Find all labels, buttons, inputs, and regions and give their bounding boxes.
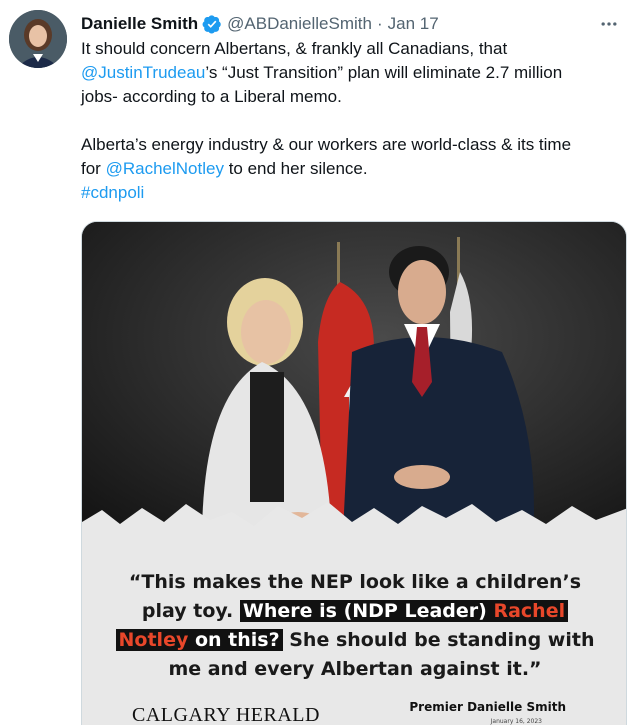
- quote-segment: on this?: [194, 629, 280, 651]
- tweet-line: jobs- according to a Liberal memo.: [81, 85, 626, 109]
- header-separator: ·: [376, 14, 383, 33]
- tweet-line: Alberta’s energy industry & our workers …: [81, 133, 626, 157]
- mention-rachelnotley[interactable]: @RachelNotley: [106, 159, 224, 178]
- quote-highlight: Notley on this?: [115, 629, 283, 651]
- quote-text: “This makes the NEP look like a children…: [82, 568, 626, 684]
- quote-date: January 16, 2023: [490, 718, 542, 725]
- tweet-text: It should concern Albertans, & frankly a…: [81, 37, 626, 205]
- text-segment: It should concern Albertans, & frankly a…: [81, 39, 508, 58]
- text-segment: jobs- according to a Liberal memo.: [81, 87, 342, 106]
- hashtag-cdnpoli[interactable]: #cdnpoli: [81, 183, 144, 202]
- verified-badge-icon: [202, 14, 222, 34]
- tweet-line: @JustinTrudeau’s “Just Transition” plan …: [81, 61, 626, 85]
- quote-segment: “This makes the NEP look like a children…: [128, 571, 582, 593]
- tweet-line: for @RachelNotley to end her silence.: [81, 157, 626, 181]
- author-avatar[interactable]: [9, 10, 67, 68]
- tweet-media[interactable]: “This makes the NEP look like a children…: [81, 221, 627, 725]
- quote-segment-red: Rachel: [493, 600, 566, 622]
- text-segment: ’s “Just Transition” plan will eliminate…: [205, 63, 563, 82]
- quote-segment-red: Notley: [118, 629, 189, 651]
- quote-segment: play toy.: [141, 600, 234, 622]
- text-segment: to end her silence.: [228, 159, 368, 178]
- tweet-line: It should concern Albertans, & frankly a…: [81, 37, 626, 61]
- newspaper-name: CALGARY HERALD: [132, 704, 320, 725]
- quote-line: play toy. Where is (NDP Leader) Rachel: [82, 597, 626, 626]
- tweet-date[interactable]: Jan 17: [388, 14, 439, 34]
- quote-segment: Where is (NDP Leader): [242, 600, 487, 622]
- mention-justintrudeau[interactable]: @JustinTrudeau: [81, 63, 205, 82]
- quote-byline: Premier Danielle Smith: [409, 700, 566, 714]
- more-horizontal-icon[interactable]: [597, 12, 621, 36]
- author-handle[interactable]: @ABDanielleSmith: [227, 14, 372, 34]
- author-name[interactable]: Danielle Smith: [81, 14, 198, 34]
- quote-segment: She should be standing with: [289, 629, 595, 651]
- quote-line: Notley on this? She should be standing w…: [82, 626, 626, 655]
- quote-highlight: Where is (NDP Leader) Rachel: [239, 600, 569, 622]
- quote-segment: me and every Albertan against it.”: [168, 658, 542, 680]
- text-segment: for: [81, 159, 101, 178]
- quote-line: “This makes the NEP look like a children…: [82, 568, 626, 597]
- tweet-line: #cdnpoli: [81, 181, 626, 205]
- quote-line: me and every Albertan against it.”: [82, 655, 626, 684]
- tweet-header: Danielle Smith @ABDanielleSmith · Jan 17: [81, 12, 621, 36]
- text-segment: Alberta’s energy industry & our workers …: [81, 135, 572, 154]
- avatar-image: [9, 10, 67, 68]
